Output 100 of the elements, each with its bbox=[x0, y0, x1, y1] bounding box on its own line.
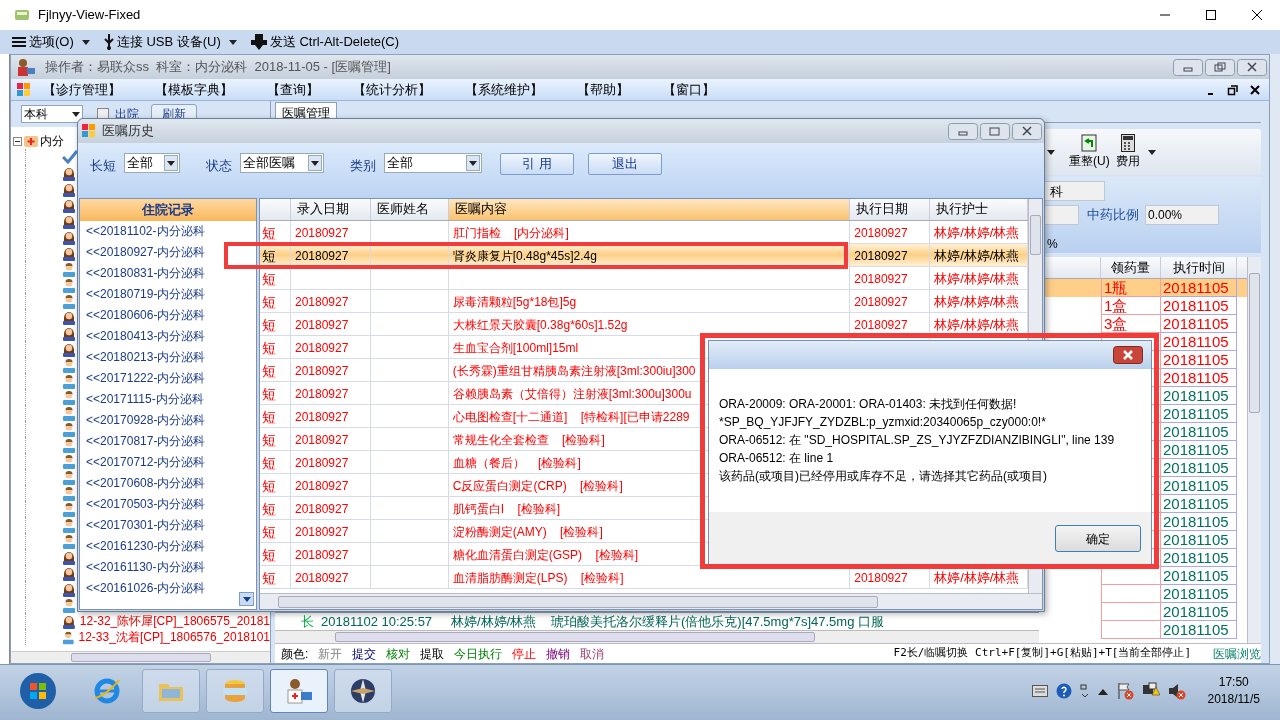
scrollbar[interactable] bbox=[11, 651, 270, 663]
menu-item[interactable]: 【模板字典】 bbox=[155, 79, 233, 100]
menu-item[interactable]: 【查询】 bbox=[267, 79, 319, 100]
record-item[interactable]: <<20161130-内分泌科 bbox=[86, 557, 205, 578]
toolbar-button[interactable]: 费用 bbox=[1115, 134, 1140, 170]
table-cell: 短 bbox=[260, 313, 291, 335]
record-item[interactable]: <<20180413-内分泌科 bbox=[86, 326, 206, 347]
shortcut-hint: F2长/临嘱切换 Ctrl+F[复制]+G[粘贴]+T[当前全部停止] bbox=[893, 645, 1191, 662]
column-header[interactable]: 领药量 bbox=[1101, 257, 1161, 278]
toolbar-button[interactable]: 选项(O) bbox=[10, 32, 76, 52]
table-cell: 20180927 bbox=[290, 428, 371, 450]
close-icon[interactable] bbox=[1113, 346, 1143, 364]
legend-item: 撤销 bbox=[546, 645, 571, 663]
list-header: 住院记录 bbox=[80, 199, 256, 221]
patient-item[interactable]: 12-32_陈怀犀[CP]_1806575_20181 bbox=[79, 612, 270, 630]
column-header[interactable]: 录入日期 bbox=[290, 199, 371, 220]
toolbar-button[interactable]: 重整(U) bbox=[1069, 134, 1110, 170]
legend-item: 取消 bbox=[580, 645, 605, 663]
scrollbar[interactable] bbox=[1247, 257, 1261, 643]
close-icon[interactable] bbox=[1249, 83, 1261, 96]
filter-dropdown[interactable]: 全部 bbox=[124, 153, 180, 173]
browse-link[interactable]: 医嘱浏览 bbox=[1213, 644, 1261, 663]
filter-dropdown[interactable]: 全部医嘱 bbox=[240, 153, 324, 173]
tree-node[interactable]: 内分 bbox=[40, 132, 64, 150]
app-title: 操作者：易联众ss 科室：内分泌科 2018-11-05 - [医嘱管理] bbox=[45, 58, 391, 77]
table-cell-text: 林婷/林婷/林燕 bbox=[451, 612, 538, 631]
column-header[interactable]: 执行时间 bbox=[1161, 257, 1237, 278]
record-item[interactable]: <<20170712-内分泌科 bbox=[86, 452, 206, 473]
table-cell: 短 bbox=[260, 474, 291, 496]
table-cell: 短 bbox=[260, 520, 291, 542]
legend-item: 今日执行 bbox=[454, 645, 503, 663]
menu-item[interactable]: 【统计分析】 bbox=[353, 79, 431, 100]
record-item[interactable]: <<20180719-内分泌科 bbox=[86, 284, 206, 305]
close-icon[interactable] bbox=[1237, 58, 1267, 76]
record-item[interactable]: <<20180606-内分泌科 bbox=[86, 305, 206, 326]
record-item[interactable]: <<20161230-内分泌科 bbox=[86, 536, 206, 557]
menu-item[interactable]: 【诊疗管理】 bbox=[43, 79, 121, 100]
restore-icon[interactable] bbox=[1227, 83, 1239, 96]
text-field[interactable]: 0.00% bbox=[1145, 205, 1219, 225]
table-cell: 20180927 bbox=[290, 451, 371, 473]
filter-dropdown[interactable]: 全部 bbox=[384, 153, 482, 173]
record-item[interactable]: <<20171115-内分泌科 bbox=[86, 389, 204, 410]
taskbar-button[interactable] bbox=[334, 669, 392, 713]
table-cell: 短 bbox=[260, 267, 291, 289]
female-patient-icon bbox=[62, 325, 76, 341]
ok-button[interactable]: 确定 bbox=[1055, 525, 1141, 552]
table-cell: 短 bbox=[260, 290, 291, 312]
table-cell: 短 bbox=[260, 359, 291, 381]
collapse-icon[interactable] bbox=[13, 136, 22, 146]
scrollbar[interactable] bbox=[260, 593, 1042, 609]
record-item[interactable]: <<20161026-内分泌科 bbox=[86, 578, 206, 599]
record-item[interactable]: <<20180213-内分泌科 bbox=[86, 347, 206, 368]
record-item[interactable]: <<20170928-内分泌科 bbox=[86, 410, 206, 431]
female-patient-icon bbox=[62, 581, 76, 597]
caret-icon bbox=[228, 39, 237, 45]
caret-icon bbox=[1047, 149, 1055, 155]
caret-icon bbox=[469, 160, 477, 166]
record-item[interactable]: <<20170301-内分泌科 bbox=[86, 515, 206, 536]
male-patient-icon bbox=[62, 501, 76, 517]
error-message: ORA-06512: 在 line 1 bbox=[719, 450, 834, 467]
toolbar-button[interactable]: 连接 USB 设备(U) bbox=[101, 32, 223, 52]
record-item[interactable]: <<20180927-内分泌科 bbox=[86, 242, 206, 263]
table-cell: 20180927 bbox=[290, 566, 371, 588]
male-patient-icon bbox=[62, 437, 76, 453]
column-header[interactable]: 医嘱内容 bbox=[448, 199, 851, 220]
table-cell: 尿毒清颗粒[5g*18包]5g bbox=[448, 290, 851, 312]
scrollbar[interactable] bbox=[275, 630, 1039, 643]
legend-item: 提交 bbox=[352, 645, 377, 663]
dialog-button[interactable]: 引 用 bbox=[500, 153, 574, 175]
filter-label: 状态 bbox=[206, 157, 232, 175]
patient-item[interactable]: 12-33_沈着[CP]_1806576_2018101 bbox=[78, 628, 270, 646]
scope-dropdown[interactable]: 本科 bbox=[21, 105, 83, 123]
female-patient-icon bbox=[62, 309, 76, 325]
table-cell: 短 bbox=[260, 497, 291, 519]
male-patient-icon bbox=[62, 453, 76, 469]
close-icon[interactable] bbox=[1012, 122, 1042, 140]
column-header[interactable]: 医师姓名 bbox=[370, 199, 449, 220]
taskbar-button[interactable] bbox=[270, 669, 328, 713]
male-patient-icon bbox=[62, 373, 76, 389]
table-cell: 20180927 bbox=[290, 359, 371, 381]
record-item[interactable]: <<20171222-内分泌科 bbox=[86, 368, 206, 389]
menu-item[interactable]: 【系统维护】 bbox=[465, 79, 543, 100]
table-cell: 20180927 bbox=[850, 566, 931, 588]
caret-icon bbox=[1147, 149, 1156, 155]
menu-item[interactable]: 【窗口】 bbox=[663, 79, 715, 100]
legend-item: 停止 bbox=[512, 645, 537, 663]
caret-icon bbox=[81, 39, 90, 45]
record-item[interactable]: <<20170817-内分泌科 bbox=[86, 431, 206, 452]
table-cell: 20180927 bbox=[850, 267, 931, 289]
table-cell: 3盒 bbox=[1101, 315, 1161, 333]
record-item[interactable]: <<20181102-内分泌科 bbox=[86, 221, 205, 242]
toolbar-button[interactable]: 发送 Ctrl-Alt-Delete(C) bbox=[248, 32, 402, 52]
column-header[interactable]: 执行日期 bbox=[850, 199, 931, 220]
record-item[interactable]: <<20170608-内分泌科 bbox=[86, 473, 206, 494]
scroll-down-button[interactable] bbox=[239, 592, 254, 606]
dialog-button[interactable]: 退出 bbox=[588, 153, 662, 175]
menu-item[interactable]: 【帮助】 bbox=[577, 79, 629, 100]
record-item[interactable]: <<20170503-内分泌科 bbox=[86, 494, 206, 515]
record-item[interactable]: <<20180831-内分泌科 bbox=[86, 263, 206, 284]
female-patient-icon bbox=[62, 549, 76, 565]
